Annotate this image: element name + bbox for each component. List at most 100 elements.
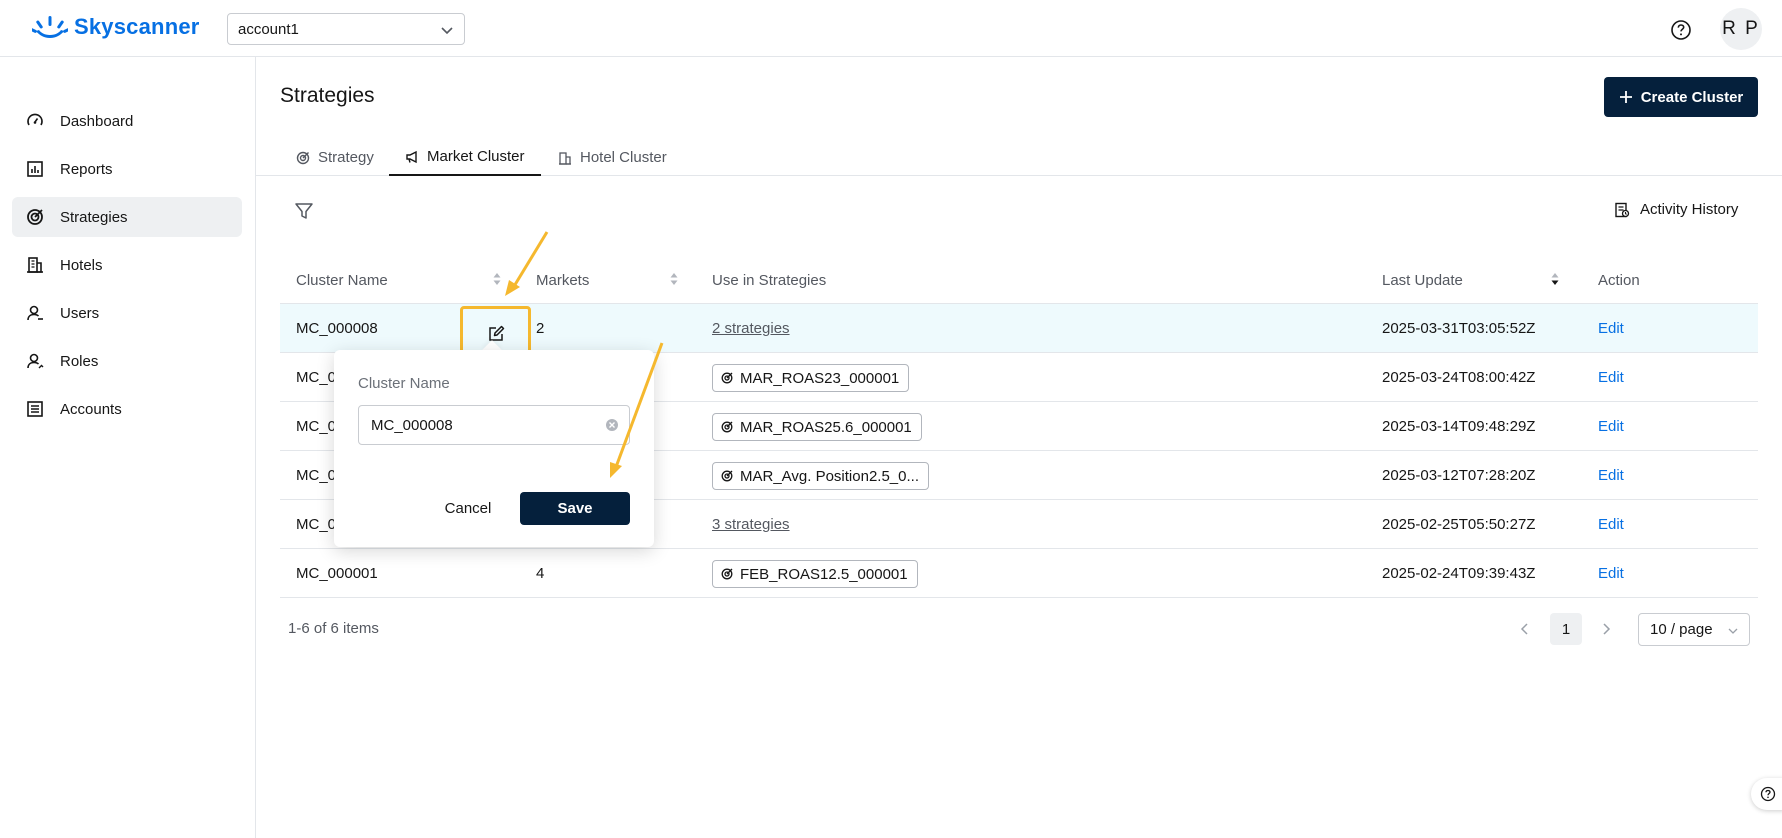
building-icon <box>26 256 44 274</box>
strategy-tag-label: MAR_Avg. Position2.5_0... <box>740 467 919 485</box>
last-update-cell: 2025-02-24T09:39:43Z <box>1382 565 1536 582</box>
page-size-value: 10 / page <box>1650 621 1713 638</box>
tab-label: Hotel Cluster <box>580 149 667 166</box>
cluster-name-cell: MC_0 <box>296 467 337 484</box>
strategy-tag[interactable]: FEB_ROAS12.5_000001 <box>712 560 918 588</box>
strategies-link[interactable]: 2 strategies <box>712 320 790 337</box>
tab-strategy[interactable]: Strategy <box>296 139 374 176</box>
sidebar-item-label: Reports <box>60 160 113 178</box>
sidebar-item-label: Accounts <box>60 400 122 418</box>
page-size-select[interactable]: 10 / page <box>1638 613 1750 646</box>
megaphone-icon <box>406 150 417 163</box>
chevron-right-icon[interactable] <box>1598 621 1614 637</box>
edit-link[interactable]: Edit <box>1598 320 1624 337</box>
strategy-tag-label: MAR_ROAS25.6_000001 <box>740 418 912 436</box>
sidebar-item-hotels[interactable]: Hotels <box>12 245 242 285</box>
role-icon <box>26 352 44 370</box>
sidebar-item-strategies[interactable]: Strategies <box>12 197 242 237</box>
column-header-use-in-strategies: Use in Strategies <box>712 272 827 289</box>
cluster-name-cell: MC_0 <box>296 369 337 386</box>
column-header-cluster-name[interactable]: Cluster Name <box>296 272 388 289</box>
page-button-current[interactable]: 1 <box>1550 613 1582 645</box>
sort-icon[interactable] <box>669 271 679 287</box>
chevron-left-icon[interactable] <box>1517 621 1533 637</box>
target-icon <box>721 421 733 433</box>
clear-icon[interactable] <box>605 418 619 432</box>
sidebar-item-label: Hotels <box>60 256 103 274</box>
dashboard-icon <box>26 112 44 130</box>
edit-icon <box>488 325 504 341</box>
sort-descending-icon[interactable] <box>1550 271 1560 287</box>
strategy-tag[interactable]: MAR_Avg. Position2.5_0... <box>712 462 929 490</box>
cluster-name-input-value: MC_000008 <box>371 416 453 434</box>
help-icon[interactable] <box>1670 19 1692 41</box>
tab-market-cluster[interactable]: Market Cluster <box>389 139 541 176</box>
sidebar-item-dashboard[interactable]: Dashboard <box>12 101 242 141</box>
brand-name: Skyscanner <box>74 14 200 39</box>
markets-cell: 2 <box>536 320 545 337</box>
strategy-tag[interactable]: MAR_ROAS23_000001 <box>712 364 910 392</box>
sidebar-item-users[interactable]: Users <box>12 293 242 333</box>
sidebar-item-accounts[interactable]: Accounts <box>12 389 242 429</box>
sidebar-item-roles[interactable]: Roles <box>12 341 242 381</box>
markets-cell: 4 <box>536 565 545 582</box>
rename-popover: Cluster Name MC_000008 Cancel Save <box>334 350 654 547</box>
last-update-cell: 2025-03-31T03:05:52Z <box>1382 320 1536 337</box>
edit-link[interactable]: Edit <box>1598 516 1624 533</box>
history-icon <box>1615 202 1630 217</box>
cluster-name-cell: MC_000001 <box>296 565 378 582</box>
table-header: Cluster Name Markets Use in Strategies L… <box>280 255 1758 304</box>
column-header-action: Action <box>1598 272 1640 289</box>
last-update-cell: 2025-03-14T09:48:29Z <box>1382 418 1536 435</box>
strategies-link[interactable]: 3 strategies <box>712 516 790 533</box>
target-icon <box>721 568 733 580</box>
last-update-cell: 2025-03-12T07:28:20Z <box>1382 467 1536 484</box>
edit-link[interactable]: Edit <box>1598 369 1624 386</box>
list-icon <box>26 400 44 418</box>
plus-icon <box>1619 91 1632 103</box>
cluster-name-cell: MC_0 <box>296 418 337 435</box>
pagination-info: 1-6 of 6 items <box>288 620 379 637</box>
cluster-name-label: Cluster Name <box>358 375 450 392</box>
reports-icon <box>26 160 44 178</box>
activity-history-button[interactable]: Activity History <box>1614 201 1738 218</box>
create-cluster-button[interactable]: Create Cluster <box>1604 77 1758 117</box>
sidebar: Dashboard Reports Strategies Hotels User… <box>0 57 256 838</box>
page-title: Strategies <box>280 84 375 107</box>
sidebar-item-reports[interactable]: Reports <box>12 149 242 189</box>
target-icon <box>721 470 733 482</box>
sort-icon[interactable] <box>492 271 502 287</box>
table-row: MC_000008 2 2 strategies 2025-03-31T03:0… <box>280 304 1758 362</box>
strategy-tag-label: FEB_ROAS12.5_000001 <box>740 565 908 583</box>
chevron-down-icon <box>441 27 453 35</box>
edit-link[interactable]: Edit <box>1598 565 1624 582</box>
user-avatar[interactable]: R P <box>1720 8 1762 50</box>
building-icon <box>559 151 571 165</box>
tab-hotel-cluster[interactable]: Hotel Cluster <box>558 139 667 176</box>
cluster-name-input[interactable]: MC_000008 <box>358 405 630 445</box>
save-button[interactable]: Save <box>520 492 630 525</box>
column-header-markets[interactable]: Markets <box>536 272 589 289</box>
chevron-down-icon <box>1728 628 1738 634</box>
table-row: MC_000001 4 FEB_ROAS12.5_000001 2025-02-… <box>280 549 1758 598</box>
create-cluster-label: Create Cluster <box>1640 88 1744 106</box>
edit-link[interactable]: Edit <box>1598 418 1624 435</box>
edit-link[interactable]: Edit <box>1598 467 1624 484</box>
account-select[interactable]: account1 <box>227 13 465 45</box>
column-header-last-update[interactable]: Last Update <box>1382 272 1463 289</box>
activity-history-label: Activity History <box>1640 201 1739 218</box>
sidebar-item-label: Roles <box>60 352 99 370</box>
sidebar-item-label: Users <box>60 304 100 322</box>
sidebar-item-label: Strategies <box>60 208 128 226</box>
strategy-tag[interactable]: MAR_ROAS25.6_000001 <box>712 413 922 441</box>
cluster-name-cell: MC_0 <box>296 516 337 533</box>
floating-help-button[interactable] <box>1751 778 1782 810</box>
cancel-button[interactable]: Cancel <box>430 492 506 524</box>
target-icon <box>26 208 44 226</box>
target-icon <box>721 372 733 384</box>
skyscanner-logo[interactable]: Skyscanner <box>32 14 200 40</box>
target-icon <box>296 151 310 164</box>
filter-icon[interactable] <box>294 201 314 221</box>
last-update-cell: 2025-03-24T08:00:42Z <box>1382 369 1536 386</box>
strategy-tag-label: MAR_ROAS23_000001 <box>740 369 900 387</box>
